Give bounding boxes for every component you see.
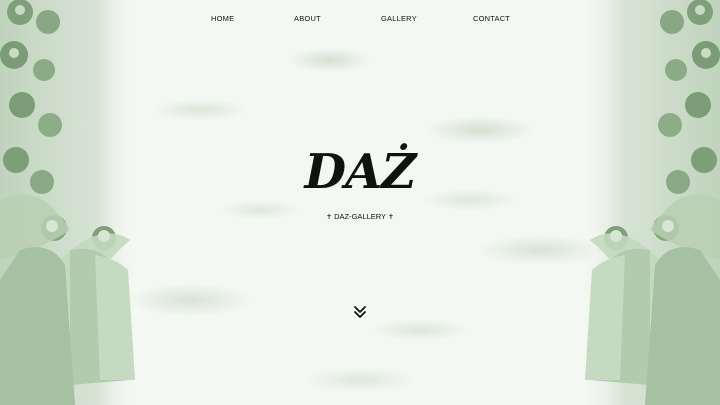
nav-link-gallery[interactable]: GALLERY <box>381 14 417 23</box>
subtitle-text: DAZ-GALLERY <box>334 212 386 221</box>
angel-artwork-left <box>0 0 140 405</box>
nav-link-contact[interactable]: CONTACT <box>473 14 510 23</box>
scroll-down-button[interactable] <box>352 304 368 320</box>
logo-text: DAŻ <box>303 142 419 200</box>
main-nav: HOME ABOUT GALLERY CONTACT <box>0 14 720 26</box>
angel-artwork-right <box>580 0 720 405</box>
cross-icon: ✝ <box>326 214 332 221</box>
nav-link-about[interactable]: ABOUT <box>294 14 321 23</box>
cross-icon: ✝ <box>388 214 394 221</box>
hero-page: HOME ABOUT GALLERY CONTACT DAŻ ✝ DAZ-GAL… <box>0 0 720 405</box>
nav-link-home[interactable]: HOME <box>211 14 234 23</box>
site-logo: DAŻ <box>290 138 430 206</box>
site-subtitle: ✝ DAZ-GALLERY ✝ <box>300 212 420 221</box>
double-chevron-down-icon <box>354 306 366 318</box>
